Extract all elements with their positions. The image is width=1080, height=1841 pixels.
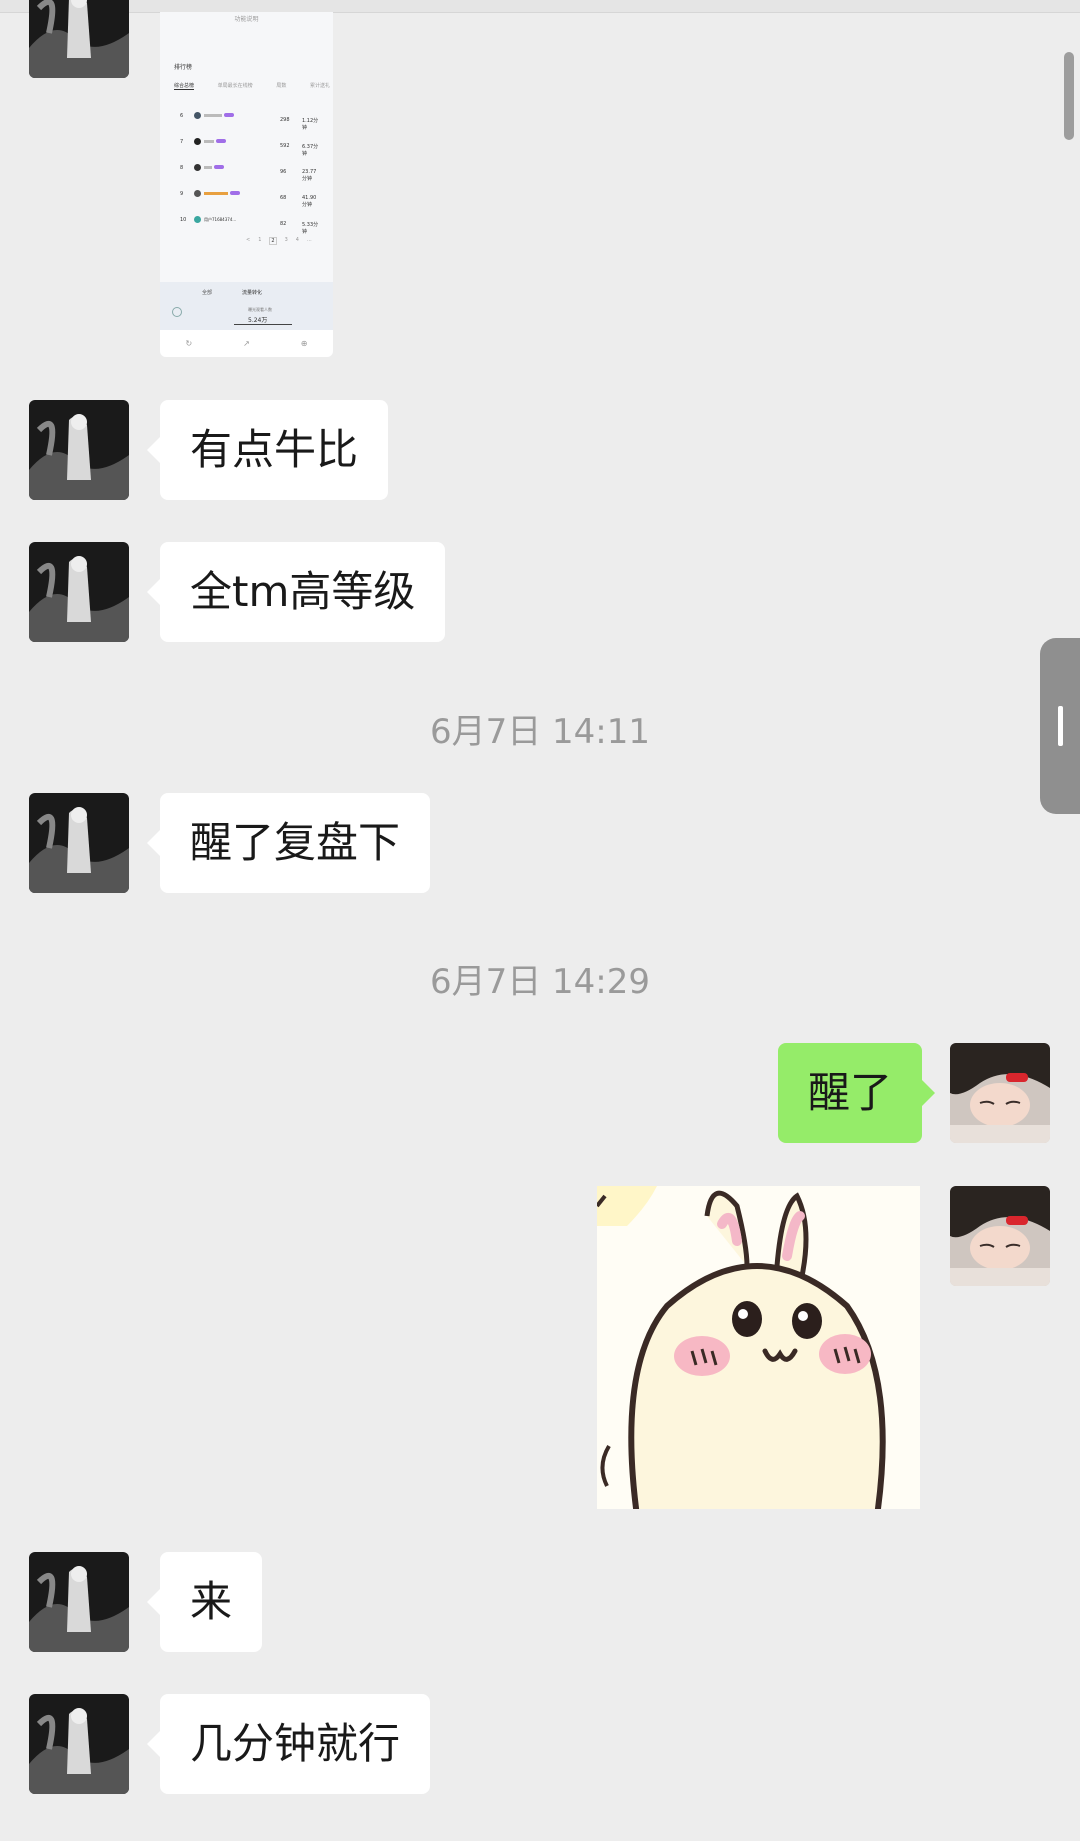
screenshot-header: 功能说明 bbox=[234, 16, 259, 23]
shared-screenshot-image[interactable]: 功能说明 排行榜 综合总榜 单局最长在线榜 局数 累计送礼 6 298 1.12… bbox=[160, 12, 333, 357]
screenshot-footer-select: 全部 bbox=[202, 290, 213, 296]
screenshot-row: 7 592 6.37分钟 bbox=[180, 138, 319, 157]
screenshot-section-title: 排行榜 bbox=[174, 64, 193, 71]
contact-avatar[interactable] bbox=[29, 1552, 129, 1652]
screenshot-row: 6 298 1.12分钟 bbox=[180, 112, 319, 131]
floating-side-handle[interactable] bbox=[1040, 638, 1080, 814]
contact-avatar[interactable] bbox=[29, 400, 129, 500]
message-bubble[interactable]: 有点牛比 bbox=[146, 400, 389, 500]
message-bubble[interactable]: 几分钟就行 bbox=[146, 1694, 431, 1794]
message-bubble[interactable]: 全tm高等级 bbox=[146, 542, 446, 642]
contact-avatar[interactable] bbox=[29, 542, 129, 642]
self-avatar[interactable] bbox=[950, 1043, 1050, 1143]
screenshot-row: 8 96 23.77分钟 bbox=[180, 164, 317, 182]
message-bubble[interactable]: 醒了复盘下 bbox=[146, 793, 431, 893]
bunny-sticker[interactable] bbox=[597, 1186, 920, 1509]
screenshot-tab: 局数 bbox=[276, 83, 287, 89]
screenshot-row: 10 用户71684374... 82 5.33分钟 bbox=[180, 216, 319, 235]
scrollbar-thumb[interactable] bbox=[1064, 52, 1074, 140]
screenshot-footer-metric-value: 5.24万 bbox=[248, 317, 268, 324]
screenshot-footer-panel-title: 流量转化 bbox=[242, 290, 263, 296]
screenshot-footer-metric-label: 曝光观看人数 bbox=[248, 307, 272, 312]
refresh-icon: ↻ bbox=[185, 339, 193, 348]
screenshot-pagination: < 1 2 3 4 ... bbox=[246, 237, 312, 245]
contact-avatar[interactable] bbox=[29, 1694, 129, 1794]
contact-avatar[interactable] bbox=[29, 0, 129, 78]
timestamp: 6月7日 14:29 bbox=[429, 962, 651, 1002]
screenshot-tab: 综合总榜 bbox=[174, 83, 195, 90]
message-bubble-self[interactable]: 醒了 bbox=[778, 1043, 936, 1143]
screenshot-tab: 累计送礼 bbox=[309, 83, 330, 89]
more-icon: ⊕ bbox=[300, 339, 308, 348]
screenshot-tab: 单局最长在线榜 bbox=[217, 83, 253, 89]
timestamp: 6月7日 14:11 bbox=[429, 712, 651, 752]
contact-avatar[interactable] bbox=[29, 793, 129, 893]
globe-icon bbox=[172, 307, 182, 317]
self-avatar[interactable] bbox=[950, 1186, 1050, 1286]
screenshot-row: 9 68 41.90分钟 bbox=[180, 190, 317, 208]
message-bubble[interactable]: 来 bbox=[146, 1552, 263, 1652]
share-icon: ↗ bbox=[243, 339, 250, 348]
